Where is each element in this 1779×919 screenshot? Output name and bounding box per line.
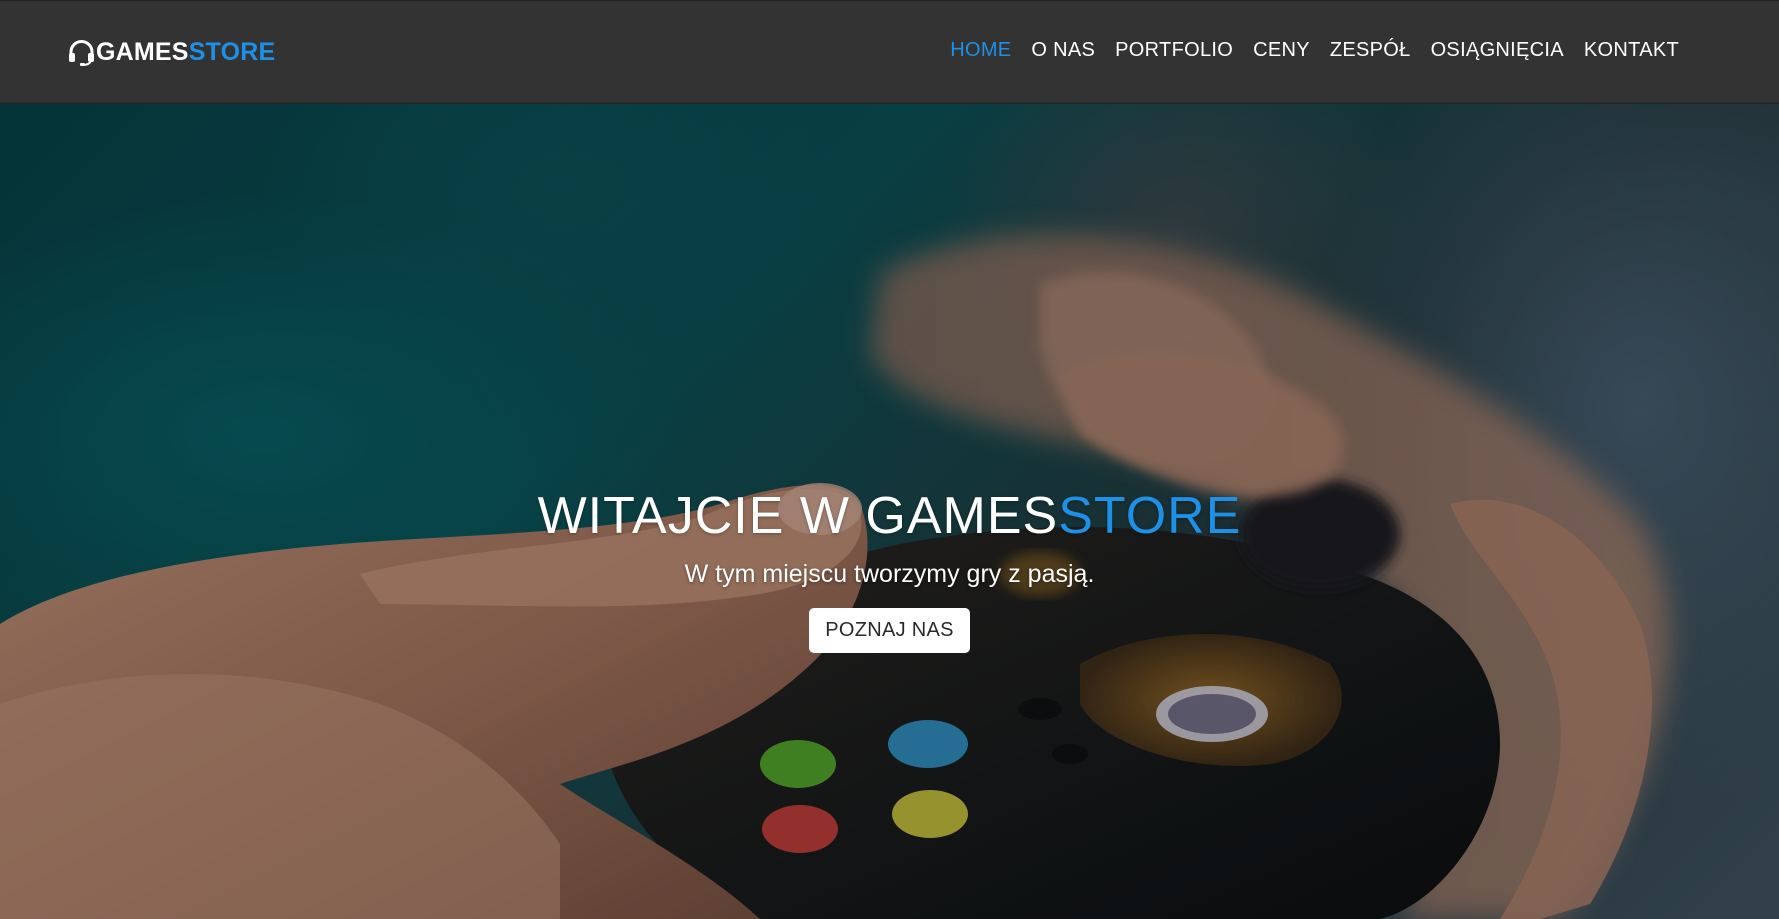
nav-item-ceny[interactable]: CENY [1253,39,1310,61]
navbar: GAMES STORE HOME O NAS PORTFOLIO CENY ZES… [0,0,1779,103]
nav-item-osiagniecia[interactable]: OSIĄGNIĘCIA [1431,39,1564,61]
headset-icon [69,39,94,66]
nav-item-kontakt[interactable]: KONTAKT [1584,39,1679,61]
nav-item-o-nas[interactable]: O NAS [1031,39,1095,61]
hero-content: WITAJCIE W GAMESSTORE W tym miejscu twor… [0,486,1779,653]
nav-item-home[interactable]: HOME [950,39,1011,61]
hero-section: WITAJCIE W GAMESSTORE W tym miejscu twor… [0,104,1779,919]
brand-name-part2: STORE [188,38,276,66]
brand-logo[interactable]: GAMES STORE [68,38,275,67]
poznaj-nas-button[interactable]: POZNAJ NAS [809,608,970,653]
brand-name-part1: GAMES [96,38,189,66]
hero-subtitle: W tym miejscu tworzymy gry z pasją. [684,560,1095,588]
hero-title-part1: WITAJCIE W GAMES [537,487,1059,545]
hero-title: WITAJCIE W GAMESSTORE [0,486,1779,546]
main-nav: HOME O NAS PORTFOLIO CENY ZESPÓŁ OSIĄGNI… [950,39,1679,62]
nav-item-zespol[interactable]: ZESPÓŁ [1330,39,1411,61]
hero-title-part2: STORE [1058,487,1242,545]
nav-item-portfolio[interactable]: PORTFOLIO [1115,39,1233,61]
